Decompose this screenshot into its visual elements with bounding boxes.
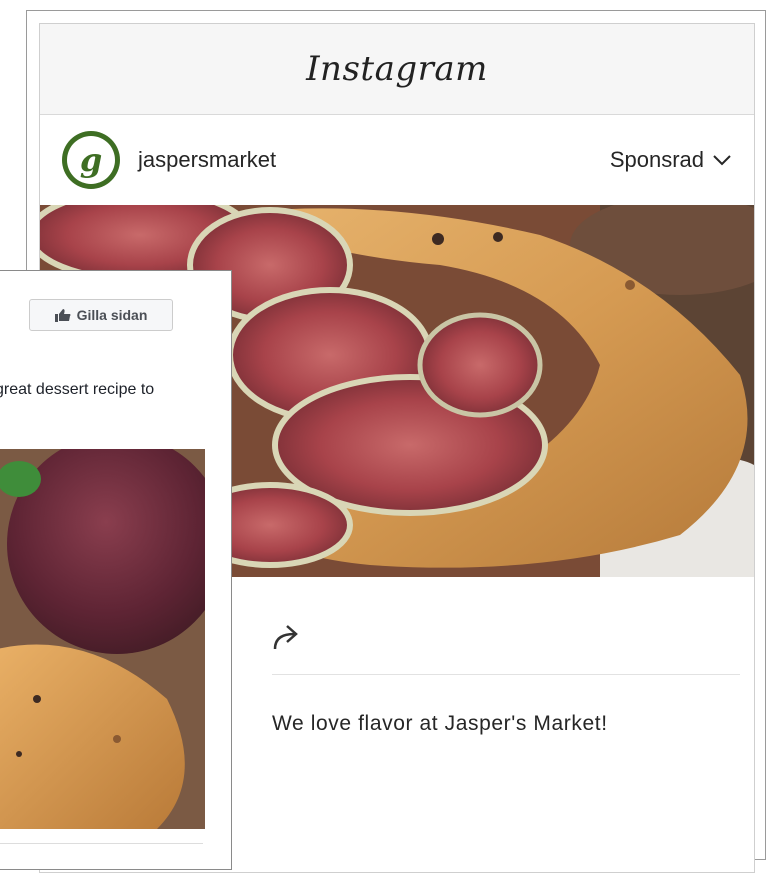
- facebook-ad-card: Gilla sidan great dessert recipe to: [0, 270, 232, 870]
- fig-tart-photo: [0, 449, 205, 829]
- post-caption: We love flavor at Jasper's Market!: [272, 712, 608, 735]
- instagram-logo[interactable]: Instagram: [306, 49, 488, 89]
- sponsored-menu[interactable]: Sponsrad: [610, 115, 732, 205]
- chevron-down-icon: [713, 155, 731, 166]
- post-text: great dessert recipe to: [0, 381, 155, 398]
- avatar-letter: g: [79, 141, 103, 179]
- share-arrow-icon[interactable]: [272, 622, 306, 652]
- avatar[interactable]: g: [62, 131, 120, 189]
- thumbs-up-icon: [54, 309, 71, 322]
- post-divider: [272, 674, 740, 675]
- avatar-logo: g: [67, 136, 115, 184]
- card-divider: [0, 843, 203, 844]
- like-page-label: Gilla sidan: [76, 307, 148, 323]
- sponsored-label: Sponsrad: [609, 147, 704, 172]
- instagram-header: Instagram: [40, 24, 754, 115]
- post-header: g jaspersmarket Sponsrad: [40, 115, 754, 205]
- like-page-button[interactable]: Gilla sidan: [29, 299, 173, 331]
- username[interactable]: jaspersmarket: [138, 147, 276, 173]
- post-image[interactable]: [0, 449, 205, 829]
